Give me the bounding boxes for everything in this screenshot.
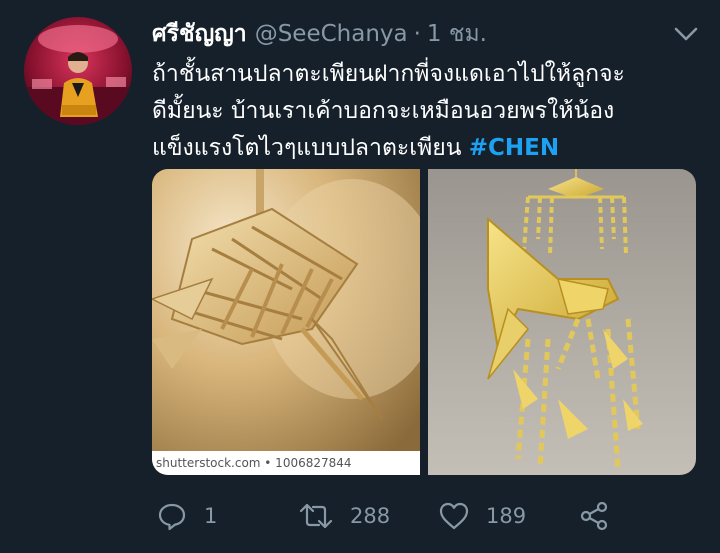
tweet-text-fragment: แข็งแรงโตไวๆแบบปลาตะเพียน [152,135,462,161]
reply-button[interactable]: 1 [156,496,217,536]
heart-icon [439,502,469,530]
tweet-card[interactable]: ศรีชัญญา @SeeChanya · 1 ชม. ถ้าชั้นสานปล… [0,0,720,553]
like-count: 189 [486,504,527,528]
tweet-text-line: ถ้าชั้นสานปลาตะเพียนฝากพี่จงแดเอาไปให้ลู… [152,61,625,87]
retweet-button[interactable]: 288 [298,496,390,536]
timestamp[interactable]: 1 ชม. [427,16,487,52]
media-photo-left[interactable]: shutterstock.com • 1006827844 [152,169,420,475]
tweet-header: ศรีชัญญา @SeeChanya · 1 ชม. [152,16,487,52]
display-name[interactable]: ศรีชัญญา [152,16,247,52]
avatar[interactable] [24,17,132,125]
separator-dot: · [413,21,421,47]
fish-mobile-photo [428,169,696,475]
retweet-icon [299,503,333,529]
like-button[interactable]: 189 [438,496,526,536]
avatar-image [24,17,132,125]
share-icon [580,501,608,531]
stock-watermark: shutterstock.com • 1006827844 [152,451,420,475]
user-handle[interactable]: @SeeChanya [255,21,408,47]
hashtag-link[interactable]: #CHEN [469,135,559,161]
more-options-button[interactable] [672,22,700,46]
tweet-actions: 1 288 189 [152,496,632,536]
chevron-down-icon [674,27,698,41]
share-button[interactable] [578,496,610,536]
reply-icon [158,503,186,531]
reply-count: 1 [204,504,218,528]
woven-fish-photo [152,169,420,475]
tweet-text: ถ้าชั้นสานปลาตะเพียนฝากพี่จงแดเอาไปให้ลู… [152,56,708,167]
retweet-count: 288 [350,504,391,528]
tweet-text-line: แข็งแรงโตไวๆแบบปลาตะเพียน #CHEN [152,130,708,167]
media-grid: shutterstock.com • 1006827844 [152,169,696,475]
tweet-text-line: ดีมั้ยนะ บ้านเราเค้าบอกจะเหมือนอวยพรให้น… [152,98,615,124]
media-photo-right[interactable] [428,169,696,475]
